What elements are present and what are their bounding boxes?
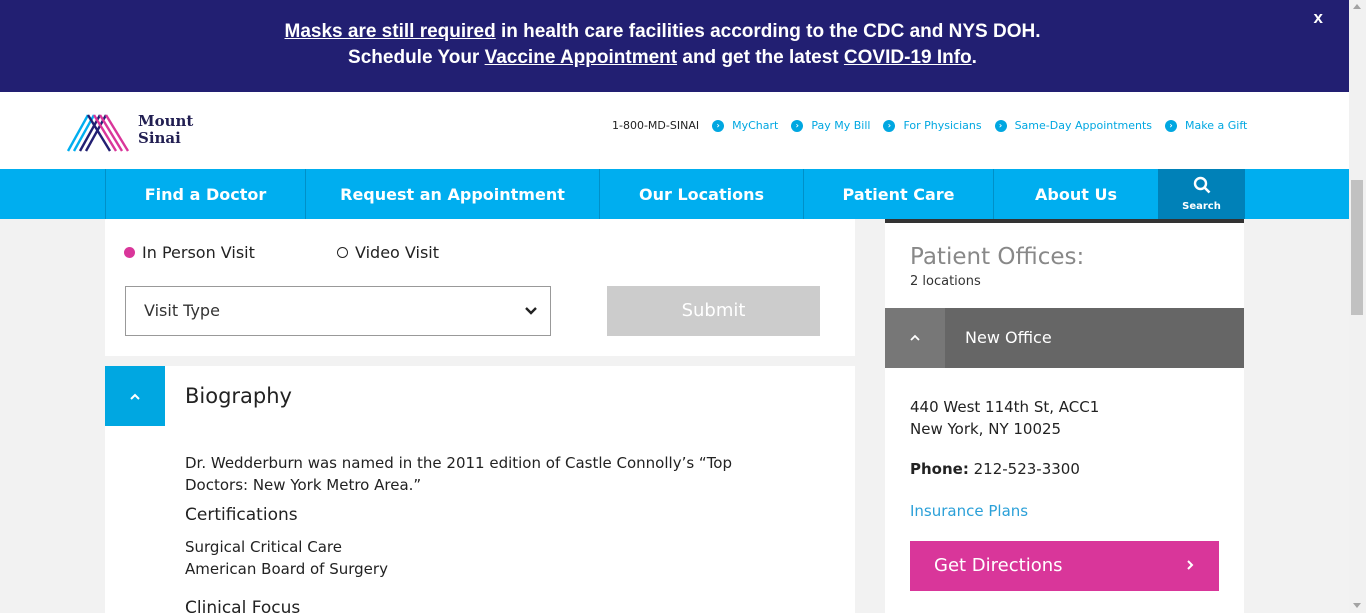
visit-type-value: Visit Type [144,301,220,320]
pay-my-bill-label: Pay My Bill [811,119,871,132]
mount-sinai-logo[interactable]: Mount Sinai [66,107,193,153]
scroll-down-arrow-icon[interactable] [1353,603,1361,608]
phone-number[interactable]: 1-800-MD-SINAI [612,119,699,132]
alert-line-2-pre: Schedule Your [348,47,485,68]
same-day-appointments-link[interactable]: › Same-Day Appointments [994,119,1153,132]
utility-links: 1-800-MD-SINAI › MyChart › Pay My Bill › Fo… [612,119,1247,132]
logo-wordmark: Mount Sinai [138,113,193,147]
office-phone: Phone: 212-523-3300 [910,460,1080,478]
certifications-heading: Certifications [185,505,298,525]
address-line-2: New York, NY 10025 [910,420,1062,438]
alert-line-2-end: . [971,47,977,68]
alert-line-2: Schedule Your Vaccine Appointment and ge… [0,47,1325,69]
patient-offices-title: Patient Offices: [910,244,1085,270]
close-alert-button[interactable]: x [1314,8,1323,28]
biography-collapse-button[interactable] [105,366,165,426]
alert-line-1-text: in health care facilities according to t… [495,21,1041,42]
mychart-link[interactable]: › MyChart [712,119,778,132]
search-icon [1193,176,1211,198]
chevron-up-icon [129,387,141,406]
nav-patient-care[interactable]: Patient Care [803,169,993,219]
nav-our-locations[interactable]: Our Locations [599,169,803,219]
clinical-focus-heading: Clinical Focus [185,598,301,613]
in-person-visit-label: In Person Visit [142,243,255,262]
vaccine-appointment-link[interactable]: Vaccine Appointment [485,47,678,68]
patient-offices-card: Patient Offices: 2 locations New Office … [885,219,1244,613]
chevron-up-icon [885,308,945,368]
alert-line-2-mid: and get the latest [677,47,844,68]
covid-info-link[interactable]: COVID-19 Info [844,47,972,68]
chevron-right-icon: › [791,119,804,132]
appointment-form: In Person Visit Video Visit Visit Type S… [105,219,855,356]
alert-line-1: Masks are still required in health care … [0,21,1325,43]
make-a-gift-link[interactable]: › Make a Gift [1165,119,1247,132]
page-scrollbar[interactable] [1349,0,1366,613]
visit-type-select[interactable]: Visit Type [125,286,551,336]
logo-line-2: Sinai [138,129,181,147]
chevron-right-icon: › [712,119,725,132]
chevron-down-icon [524,287,538,354]
office-name: New Office [965,328,1052,347]
search-label: Search [1182,201,1221,212]
office-accordion-header[interactable]: New Office [885,308,1244,368]
logo-line-1: Mount [138,112,194,130]
mychart-label: MyChart [732,119,779,132]
phone-number-value[interactable]: 212-523-3300 [974,460,1080,478]
search-button[interactable]: Search [1158,169,1245,219]
chevron-right-icon: › [883,119,896,132]
scroll-up-arrow-icon[interactable] [1353,4,1361,9]
scrollbar-thumb[interactable] [1351,180,1363,315]
biography-title: Biography [185,384,292,408]
video-visit-label: Video Visit [355,243,440,262]
chevron-right-icon: › [994,119,1007,132]
nav-about-us[interactable]: About Us [993,169,1158,219]
radio-selected-icon [124,247,135,258]
biography-text: Dr. Wedderburn was named in the 2011 edi… [185,454,733,494]
chevron-right-icon [1185,554,1195,581]
chevron-right-icon: › [1165,119,1178,132]
site-header: Mount Sinai 1-800-MD-SINAI › MyChart › Pay… [0,92,1349,169]
for-physicians-label: For Physicians [903,119,982,132]
for-physicians-link[interactable]: › For Physicians [883,119,982,132]
main-nav: Find a Doctor Request an Appointment Our… [0,169,1349,219]
certification-item: Surgical Critical Care [185,538,342,556]
address-line-1: 440 West 114th St, ACC1 [910,398,1100,416]
same-day-appointments-label: Same-Day Appointments [1014,119,1153,132]
insurance-plans-link[interactable]: Insurance Plans [910,502,1028,520]
in-person-visit-radio[interactable]: In Person Visit [124,243,255,262]
masks-required-link[interactable]: Masks are still required [285,21,496,42]
nav-request-appointment[interactable]: Request an Appointment [305,169,599,219]
covid-alert-banner: Masks are still required in health care … [0,0,1349,92]
video-visit-radio[interactable]: Video Visit [337,243,439,262]
nav-find-a-doctor[interactable]: Find a Doctor [105,169,305,219]
phone-label: Phone: [910,460,969,478]
locations-count: 2 locations [910,274,981,289]
get-directions-label: Get Directions [934,555,1063,576]
submit-button[interactable]: Submit [607,286,820,336]
make-a-gift-label: Make a Gift [1185,119,1248,132]
biography-section: Biography Dr. Wedderburn was named in th… [105,366,855,613]
mount-sinai-logo-icon [66,114,130,152]
radio-unselected-icon [337,247,348,258]
certification-item: American Board of Surgery [185,560,388,578]
pay-my-bill-link[interactable]: › Pay My Bill [791,119,870,132]
office-address: 440 West 114th St, ACC1 New York, NY 100… [910,396,1099,440]
get-directions-button[interactable]: Get Directions [910,541,1219,591]
